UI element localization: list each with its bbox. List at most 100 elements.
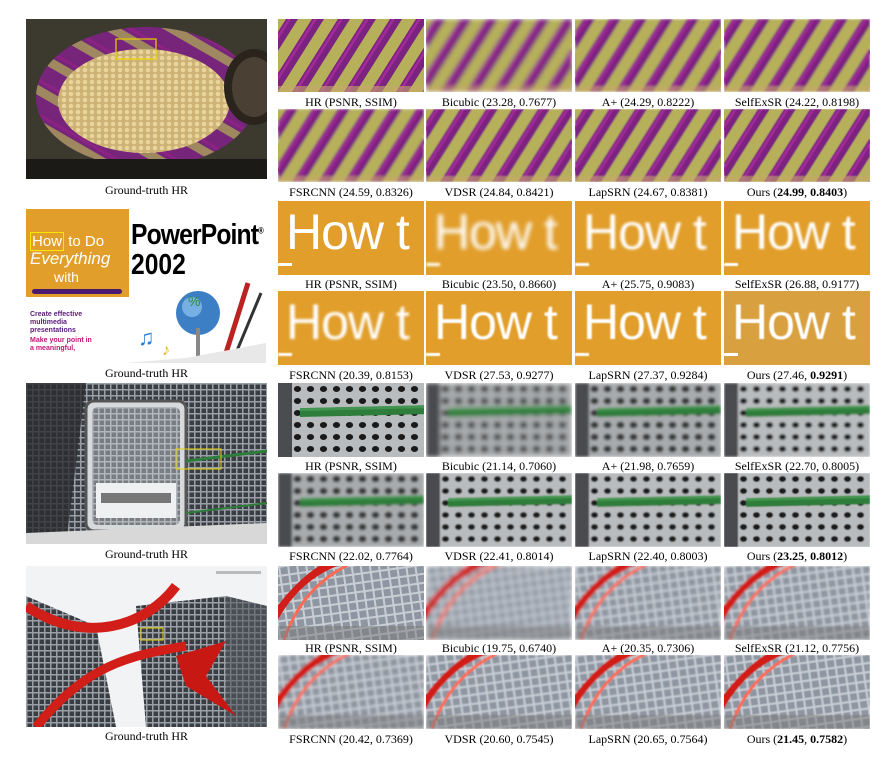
crop-image: [575, 383, 721, 457]
crop-image: [724, 19, 870, 92]
method-name: SelfExSR: [734, 277, 783, 291]
method-name: Bicubic: [441, 459, 480, 473]
crop-text: How t: [286, 204, 410, 260]
crop-text: How t: [732, 204, 856, 260]
crop-caption: HR (PSNR, SSIM): [278, 95, 424, 109]
method-name: HR: [305, 459, 322, 473]
psnr-value: 21.45: [777, 732, 805, 746]
method-name: Ours: [746, 732, 771, 746]
crop-caption: SelfExSR (26.88, 0.9177): [734, 277, 860, 291]
blurb-line: presentations: [30, 327, 76, 334]
ssim-value: 0.8326: [375, 185, 409, 199]
ssim-value: 0.9277: [516, 368, 550, 382]
crop-image: How t: [278, 291, 424, 365]
psnr-value: 20.35: [624, 641, 652, 655]
crop-caption: LapSRN (24.67, 0.8381): [588, 185, 708, 199]
ground-truth-image-perforated: [26, 383, 267, 544]
crop-image: [575, 19, 721, 92]
ssim-value: 0.6740: [519, 641, 553, 655]
crop-text: How t: [732, 294, 856, 350]
method-name: Bicubic: [441, 277, 480, 291]
method-name: LapSRN: [588, 185, 631, 199]
crop-image: [724, 383, 870, 457]
crop-caption: LapSRN (20.65, 0.7564): [588, 732, 708, 746]
crop-caption: HR (PSNR, SSIM): [278, 277, 424, 291]
psnr-value: 21.98: [624, 459, 652, 473]
method-name: A+: [601, 641, 618, 655]
method-name: SelfExSR: [734, 95, 783, 109]
svg-text:♫: ♫: [138, 325, 155, 350]
crop-image: [426, 655, 572, 729]
method-name: SelfExSR: [734, 459, 783, 473]
crop-caption: LapSRN (22.40, 0.8003): [588, 549, 708, 563]
crop-image: [724, 655, 870, 729]
ssim-value: 0.7545: [516, 732, 550, 746]
psnr-value: 24.67: [637, 185, 665, 199]
psnr-value: 20.65: [637, 732, 665, 746]
psnr-value: 25.75: [624, 277, 652, 291]
blurb-line: Create effective: [30, 311, 83, 318]
crop-text: How t: [583, 294, 707, 350]
method-name: VDSR: [444, 549, 477, 563]
crop-caption: Bicubic (21.14, 0.7060): [441, 459, 557, 473]
crop-image: [278, 383, 424, 457]
ssim-value: 0.8222: [657, 95, 691, 109]
method-name: A+: [601, 459, 618, 473]
crop-caption: A+ (25.75, 0.9083): [601, 277, 695, 291]
crop-image: [426, 383, 572, 457]
book-title-line: How to Do: [30, 232, 104, 251]
crop-image: How t: [724, 201, 870, 275]
psnr-value: 22.02: [342, 549, 370, 563]
crop-underline: [724, 263, 738, 266]
psnr-value: 22.41: [483, 549, 511, 563]
ssim-value: 0.8005: [822, 459, 856, 473]
crop-caption: FSRCNN (20.39, 0.8153): [289, 368, 413, 382]
crop-image: [278, 566, 424, 640]
ground-truth-image-book: How to Do Everything with PowerPoint® 2002 Cr…: [26, 201, 267, 363]
crop-image: [426, 109, 572, 182]
method-name: VDSR: [444, 732, 477, 746]
ground-truth-caption: Ground-truth HR: [105, 729, 188, 743]
psnr-value: 23.28: [486, 95, 514, 109]
ssim-value: 0.8198: [822, 95, 856, 109]
ssim-value: 0.9083: [657, 277, 691, 291]
svg-text:%: %: [188, 293, 200, 309]
crop-caption: Bicubic (23.50, 0.8660): [441, 277, 557, 291]
ssim-value: 0.7306: [657, 641, 691, 655]
ssim-value: 0.7756: [822, 641, 856, 655]
crop-text: How t: [434, 294, 558, 350]
method-name: FSRCNN: [289, 185, 336, 199]
method-name: FSRCNN: [289, 549, 336, 563]
psnr-value: 27.37: [637, 368, 665, 382]
blurb-line: a meaningful,: [30, 345, 76, 352]
crop-underline: [426, 353, 440, 356]
psnr-value: 24.99: [777, 185, 805, 199]
crop-caption: Ours (23.25, 0.8012): [746, 549, 848, 563]
ssim-value: 0.8153: [375, 368, 409, 382]
method-name: A+: [601, 277, 618, 291]
method-name: A+: [601, 95, 618, 109]
book-cover-art: % ♫ ♪: [126, 282, 266, 363]
ssim-value: 0.7677: [519, 95, 553, 109]
method-name: HR: [305, 95, 322, 109]
crop-underline: [724, 353, 738, 356]
method-name: FSRCNN: [289, 368, 336, 382]
crop-caption: VDSR (24.84, 0.8421): [444, 185, 554, 199]
ssim-value: 0.8421: [516, 185, 550, 199]
crop-image: How t: [278, 201, 424, 275]
method-name: Ours: [746, 368, 771, 382]
book-product-name: PowerPoint: [131, 219, 259, 251]
method-name: VDSR: [444, 368, 477, 382]
ground-truth-caption: Ground-truth HR: [105, 547, 188, 561]
crop-image: [278, 655, 424, 729]
psnr-value: 23.25: [777, 549, 805, 563]
crop-text: How t: [286, 294, 410, 350]
psnr-value: 27.53: [483, 368, 511, 382]
method-name: LapSRN: [588, 732, 631, 746]
crop-image: [426, 566, 572, 640]
crop-caption: A+ (20.35, 0.7306): [601, 641, 695, 655]
crop-image: How t: [724, 291, 870, 365]
crop-caption: FSRCNN (24.59, 0.8326): [289, 185, 413, 199]
crop-image: [575, 655, 721, 729]
metric-header: (PSNR, SSIM): [324, 641, 397, 655]
